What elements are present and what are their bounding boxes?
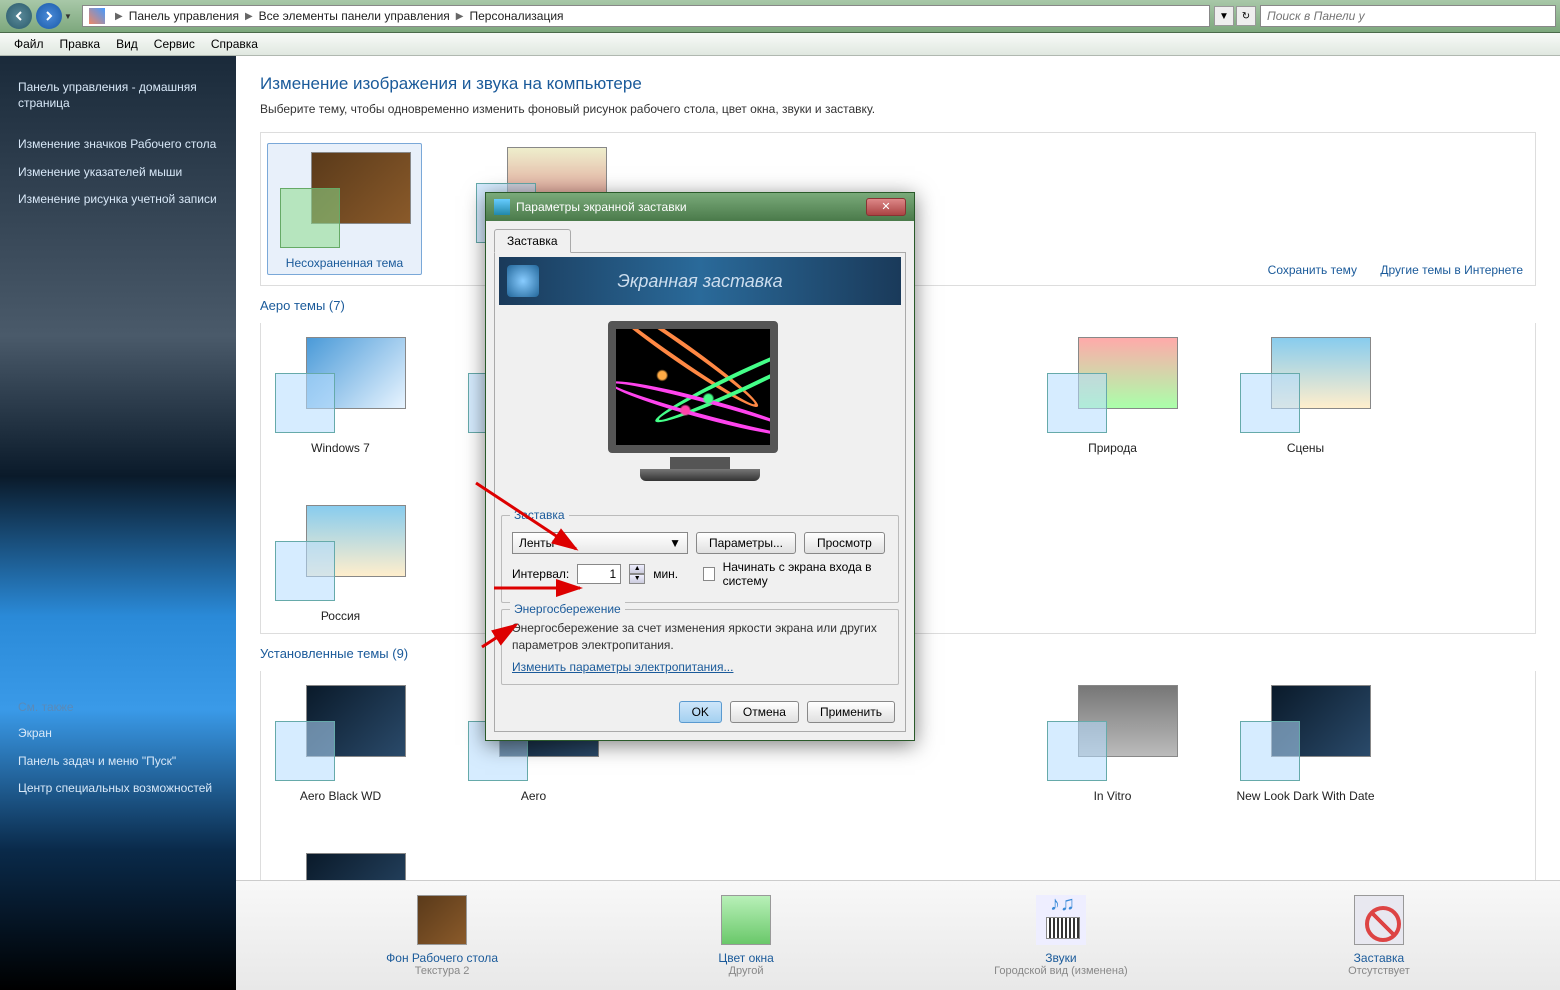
sidebar-accessibility-link[interactable]: Центр специальных возможностей (8, 775, 228, 803)
close-button[interactable]: ✕ (866, 198, 906, 216)
nav-history-dropdown[interactable]: ▼ (64, 12, 78, 21)
theme-nature[interactable]: Природа (1039, 333, 1186, 455)
desktop-background-button[interactable]: Фон Рабочего стола Текстура 2 (386, 895, 498, 977)
screensaver-settings-dialog: Параметры экранной заставки ✕ Заставка Э… (485, 192, 915, 741)
menu-tools[interactable]: Сервис (146, 35, 203, 53)
desktop-background-icon (417, 895, 467, 945)
bottom-bar: Фон Рабочего стола Текстура 2 Цвет окна … (236, 880, 1560, 990)
address-dropdown-button[interactable]: ▼ (1214, 6, 1234, 26)
logon-screen-checkbox[interactable] (703, 567, 715, 581)
window-color-button[interactable]: Цвет окна Другой (718, 895, 773, 977)
dialog-title: Параметры экранной заставки (516, 200, 687, 214)
power-description: Энергосбережение за счет изменения яркос… (512, 620, 888, 654)
breadcrumb[interactable]: ▶ Панель управления ▶ Все элементы панел… (82, 5, 1210, 27)
power-group: Энергосбережение Энергосбережение за сче… (501, 609, 899, 685)
theme-label: Несохраненная тема (272, 256, 417, 270)
screensaver-icon (1354, 895, 1404, 945)
tab-screensaver[interactable]: Заставка (494, 229, 571, 253)
power-group-legend: Энергосбережение (510, 602, 625, 616)
theme-russia[interactable]: Россия (267, 501, 414, 623)
menu-edit[interactable]: Правка (52, 35, 109, 53)
screensaver-group-legend: Заставка (510, 508, 569, 522)
spin-up-button[interactable]: ▲ (629, 564, 645, 574)
menu-view[interactable]: Вид (108, 35, 146, 53)
dialog-banner: Экранная заставка (499, 257, 901, 305)
page-title: Изменение изображения и звука на компьют… (260, 74, 1536, 94)
sidebar-display-link[interactable]: Экран (8, 720, 228, 748)
theme-unsaved[interactable]: Несохраненная тема (267, 143, 422, 275)
sounds-button[interactable]: Звуки Городской вид (изменена) (994, 895, 1128, 977)
chevron-right-icon: ▶ (456, 11, 464, 22)
menu-file[interactable]: Файл (6, 35, 52, 53)
menu-bar: Файл Правка Вид Сервис Справка (0, 33, 1560, 56)
monitor-preview (608, 321, 793, 499)
screensaver-select[interactable]: Ленты ▼ (512, 532, 688, 554)
sidebar-desktop-icons-link[interactable]: Изменение значков Рабочего стола (8, 131, 228, 159)
chevron-right-icon: ▶ (245, 11, 253, 22)
breadcrumb-item[interactable]: Персонализация (469, 9, 563, 23)
personalization-icon (89, 8, 105, 24)
theme-windows7[interactable]: Windows 7 (267, 333, 414, 455)
page-subtitle: Выберите тему, чтобы одновременно измени… (260, 102, 1536, 116)
theme-scenes[interactable]: Сцены (1232, 333, 1379, 455)
preview-button[interactable]: Просмотр (804, 532, 885, 554)
screensaver-group: Заставка Ленты ▼ Параметры... Просмотр И… (501, 515, 899, 603)
theme-aero-black-wd[interactable]: Aero Black WD (267, 681, 414, 803)
breadcrumb-item[interactable]: Панель управления (129, 9, 239, 23)
theme-in-vitro[interactable]: In Vitro (1039, 681, 1186, 803)
sidebar: Панель управления - домашняя страница Из… (0, 56, 236, 990)
aero-themes-heading[interactable]: Аеро темы (7) (260, 298, 345, 313)
theme-new-look-dark-date[interactable]: New Look Dark With Date (1232, 681, 1379, 803)
dialog-icon (494, 199, 510, 215)
sidebar-mouse-pointers-link[interactable]: Изменение указателей мыши (8, 159, 228, 187)
search-input[interactable] (1260, 5, 1556, 27)
settings-button[interactable]: Параметры... (696, 532, 796, 554)
chevron-right-icon: ▶ (115, 11, 123, 22)
sidebar-home-link[interactable]: Панель управления - домашняя страница (8, 74, 228, 117)
save-theme-link[interactable]: Сохранить тему (1268, 263, 1357, 277)
window-color-icon (721, 895, 771, 945)
cancel-button[interactable]: Отмена (730, 701, 799, 723)
sounds-icon (1036, 895, 1086, 945)
sidebar-taskbar-link[interactable]: Панель задач и меню "Пуск" (8, 748, 228, 776)
dialog-titlebar[interactable]: Параметры экранной заставки ✕ (486, 193, 914, 221)
interval-unit: мин. (653, 567, 678, 581)
chevron-down-icon: ▼ (669, 536, 681, 550)
refresh-button[interactable]: ↻ (1236, 6, 1256, 26)
nav-forward-button[interactable] (36, 3, 62, 29)
spin-down-button[interactable]: ▼ (629, 574, 645, 584)
nav-back-button[interactable] (6, 3, 32, 29)
menu-help[interactable]: Справка (203, 35, 266, 53)
address-bar: ▼ ▶ Панель управления ▶ Все элементы пан… (0, 0, 1560, 33)
ok-button[interactable]: OK (679, 701, 722, 723)
screensaver-button[interactable]: Заставка Отсутствует (1348, 895, 1410, 977)
installed-themes-heading[interactable]: Установленные темы (9) (260, 646, 408, 661)
apply-button[interactable]: Применить (807, 701, 895, 723)
logon-screen-label: Начинать с экрана входа в систему (723, 560, 888, 588)
see-also-heading: См. также (8, 694, 228, 720)
breadcrumb-item[interactable]: Все элементы панели управления (259, 9, 450, 23)
power-settings-link[interactable]: Изменить параметры электропитания... (512, 660, 733, 674)
more-themes-link[interactable]: Другие темы в Интернете (1380, 263, 1523, 277)
interval-input[interactable] (577, 564, 621, 584)
sidebar-account-picture-link[interactable]: Изменение рисунка учетной записи (8, 186, 228, 214)
interval-label: Интервал: (512, 567, 569, 581)
